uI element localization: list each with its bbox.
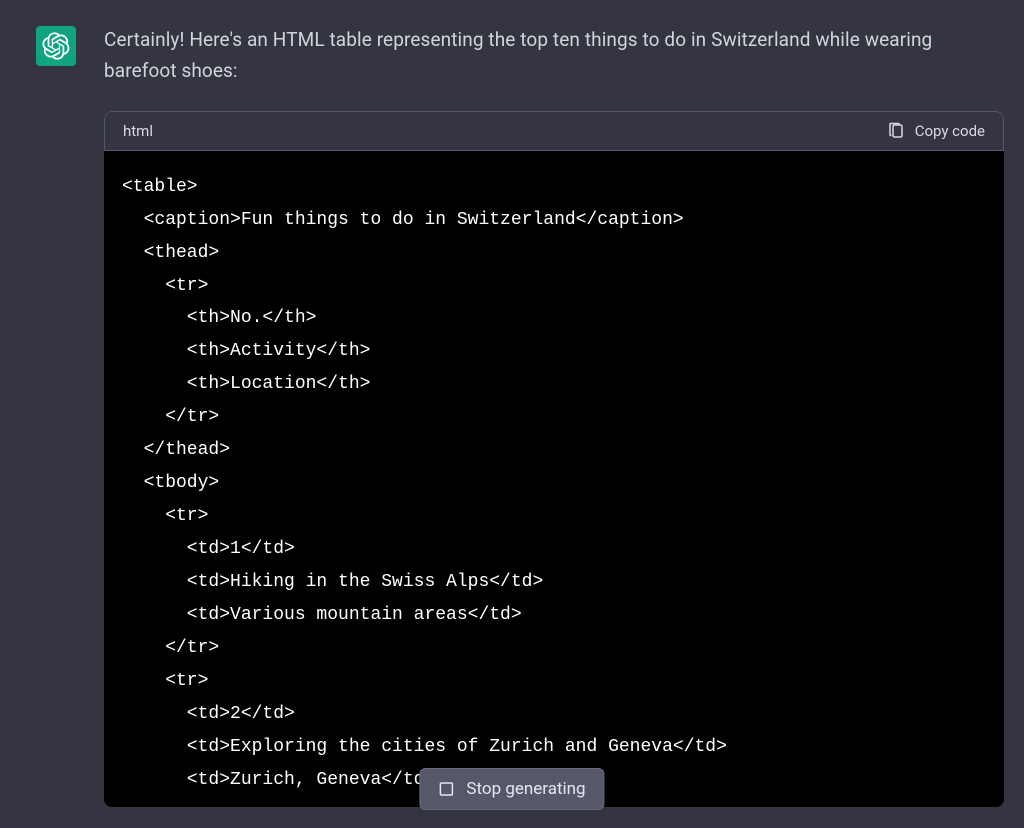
code-content[interactable]: <table> <caption>Fun things to do in Swi… xyxy=(104,151,1004,807)
code-language-label: html xyxy=(123,122,153,140)
stop-icon xyxy=(438,781,454,797)
stop-generating-label: Stop generating xyxy=(466,779,585,799)
stop-generating-button[interactable]: Stop generating xyxy=(419,768,604,810)
copy-code-button[interactable]: Copy code xyxy=(887,122,985,140)
code-block-header: html Copy code xyxy=(104,111,1004,151)
code-block: html Copy code <table> <caption>Fun thin… xyxy=(104,111,1004,807)
copy-code-label: Copy code xyxy=(915,122,985,140)
assistant-intro-text: Certainly! Here's an HTML table represen… xyxy=(104,24,1004,87)
clipboard-icon xyxy=(887,122,905,140)
openai-logo-icon xyxy=(42,32,70,60)
assistant-avatar xyxy=(36,26,76,66)
